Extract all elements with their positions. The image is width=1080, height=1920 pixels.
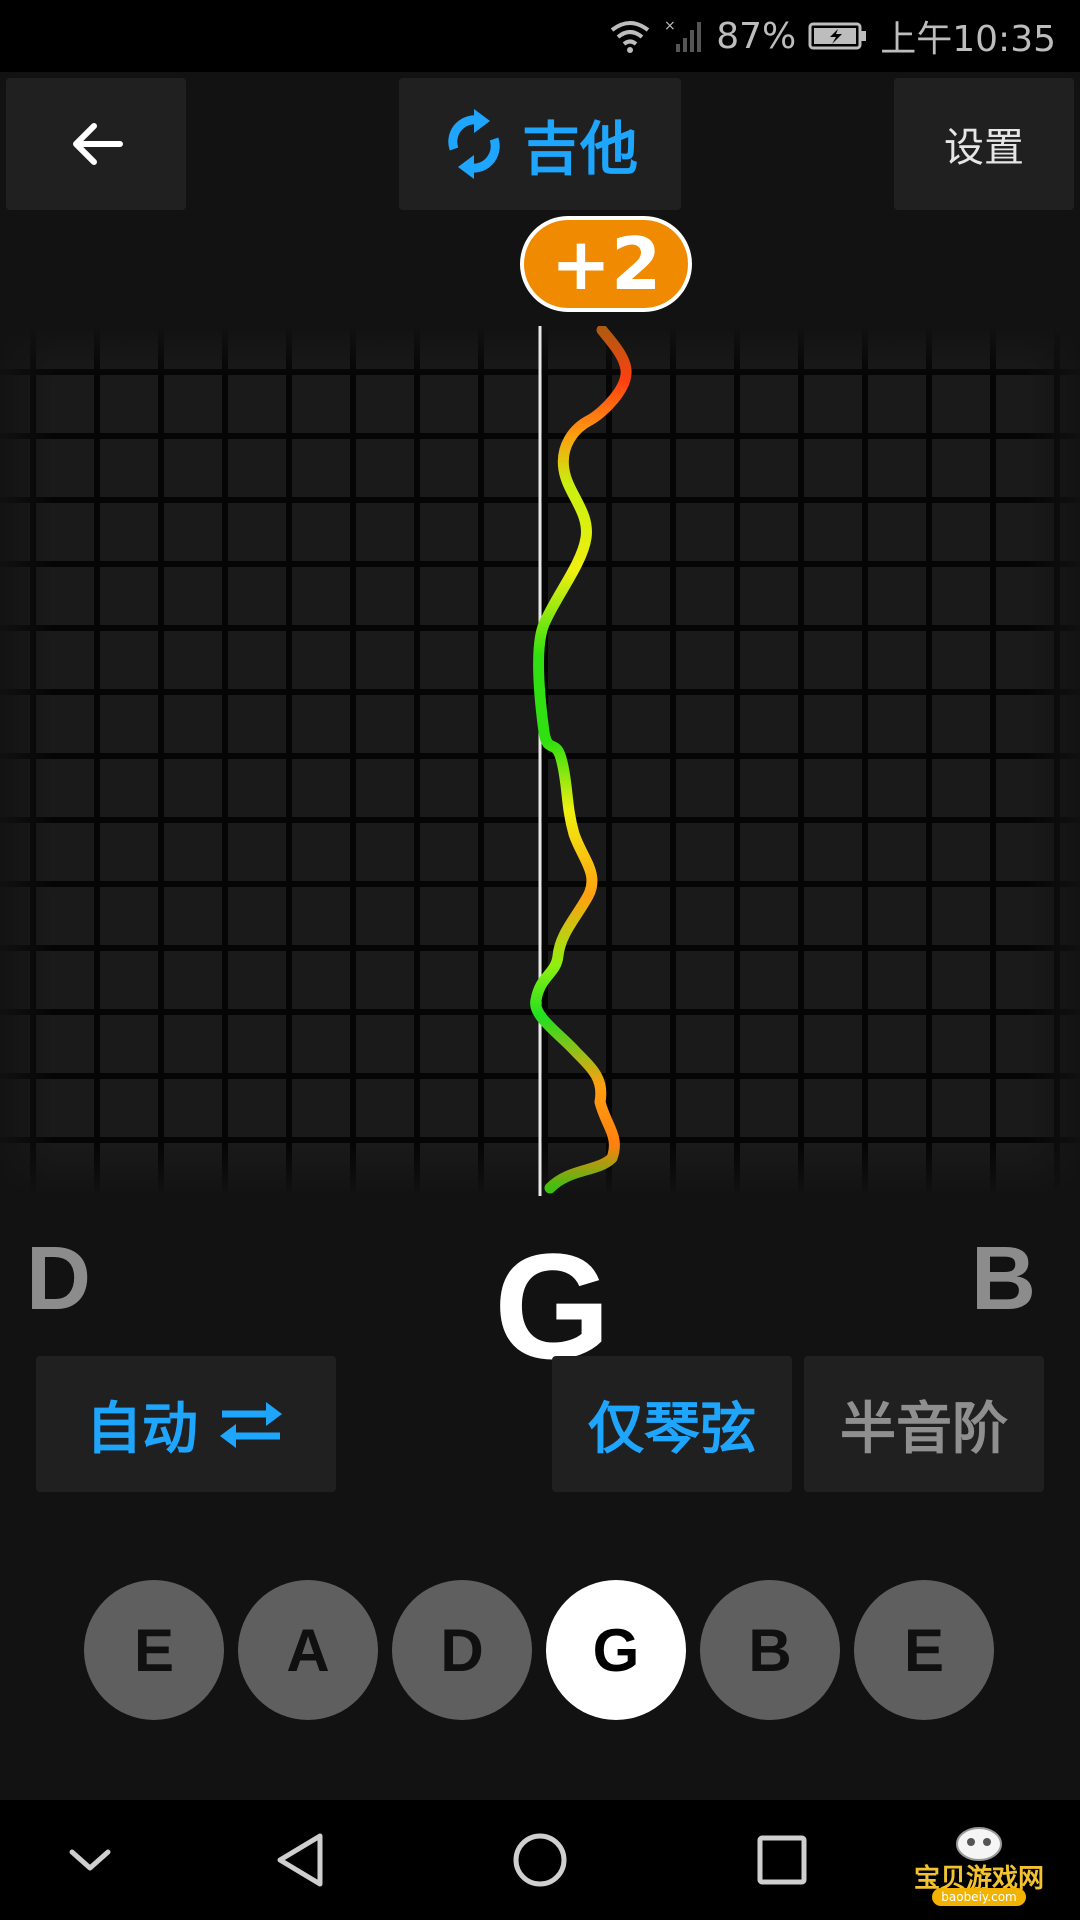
chromatic-button[interactable]: 半音阶	[804, 1356, 1044, 1492]
back-button[interactable]	[6, 78, 186, 210]
pitch-history-graph	[0, 326, 1080, 1196]
wifi-icon	[608, 18, 652, 54]
home-circle-icon[interactable]	[510, 1830, 570, 1890]
recents-square-icon[interactable]	[754, 1830, 810, 1890]
back-triangle-icon[interactable]	[272, 1830, 328, 1890]
battery-charging-icon	[808, 21, 868, 51]
previous-note-label: D	[26, 1229, 91, 1329]
string-selector: E A D G B E	[84, 1580, 996, 1720]
string-button-4[interactable]: G	[546, 1580, 686, 1720]
auto-mode-button[interactable]: 自动	[36, 1356, 336, 1492]
clock: 上午10:35	[880, 19, 1056, 60]
status-icons: × 87% 上午10:35	[608, 14, 1056, 60]
strings-only-button[interactable]: 仅琴弦	[552, 1356, 792, 1492]
string-button-2[interactable]: A	[238, 1580, 378, 1720]
next-note-label: B	[971, 1229, 1036, 1329]
settings-button[interactable]: 设置	[894, 78, 1074, 210]
cents-offset-badge: +2	[520, 216, 692, 312]
chevron-down-icon[interactable]	[66, 1830, 114, 1890]
string-button-1[interactable]: E	[84, 1580, 224, 1720]
string-button-5[interactable]: B	[700, 1580, 840, 1720]
swap-arrows-icon	[220, 1402, 282, 1448]
arrow-left-icon	[73, 123, 123, 165]
auto-mode-label: 自动	[86, 1396, 198, 1462]
gamepad-icon	[956, 1827, 1002, 1861]
watermark-logo: 宝贝游戏网 baobeiy.com	[894, 1818, 1064, 1906]
instrument-selector-button[interactable]: 吉他	[399, 78, 681, 210]
battery-level: 87%	[716, 15, 797, 57]
string-button-3[interactable]: D	[392, 1580, 532, 1720]
svg-text:×: ×	[664, 18, 676, 34]
signal-icon: ×	[664, 18, 704, 54]
status-bar: × 87% 上午10:35	[0, 0, 1080, 72]
watermark-url: baobeiy.com	[932, 1888, 1026, 1906]
instrument-title: 吉他	[521, 115, 638, 183]
string-button-6[interactable]: E	[854, 1580, 994, 1720]
refresh-icon	[448, 109, 500, 179]
